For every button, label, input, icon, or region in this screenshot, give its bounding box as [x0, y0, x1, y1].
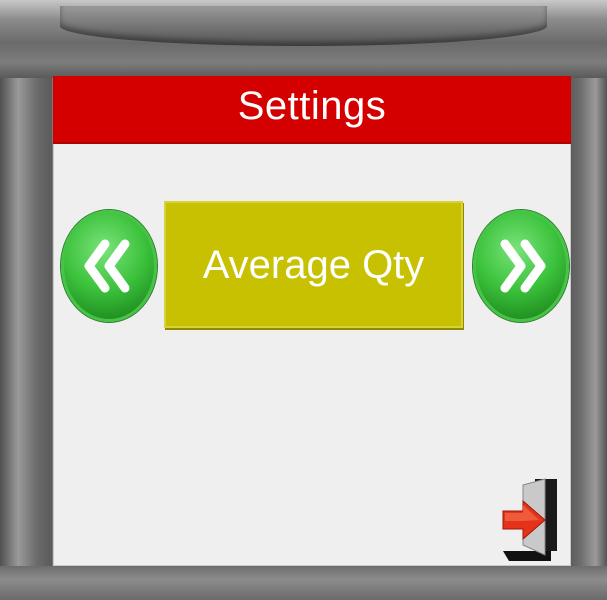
chevron-double-left-icon [84, 239, 130, 293]
chevron-double-right-icon [500, 239, 546, 293]
exit-button[interactable] [501, 477, 565, 561]
bezel-bottom [0, 566, 607, 600]
exit-door-icon [502, 478, 557, 561]
page-title: Settings [237, 84, 387, 128]
bezel-left [0, 0, 52, 600]
bezel-top-curve [60, 6, 547, 46]
device-frame: Settings Average Qty [0, 0, 607, 600]
settings-screen: Settings Average Qty [53, 76, 571, 566]
title-bar: Settings [53, 76, 571, 144]
option-selector[interactable]: Average Qty [164, 201, 463, 328]
option-label: Average Qty [202, 242, 425, 287]
bezel-top [0, 0, 607, 78]
next-option-button[interactable] [473, 210, 569, 322]
bezel-right [569, 0, 607, 600]
previous-option-button[interactable] [61, 210, 157, 322]
